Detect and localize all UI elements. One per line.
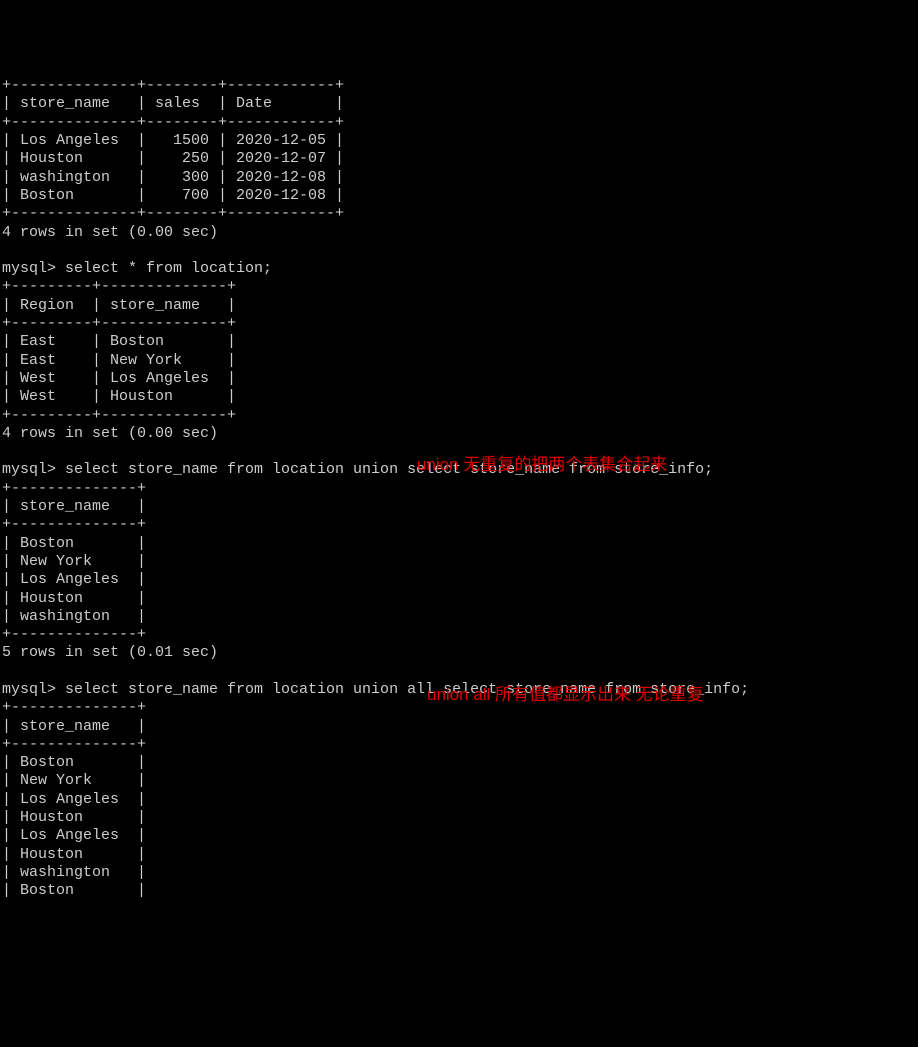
terminal-output: +--------------+--------+------------+ |… bbox=[2, 77, 918, 900]
annotation-union: union 无重复的把两个表集合起来 bbox=[417, 455, 667, 476]
annotation-union-all: union all 所有值都显示出来 无论重复 bbox=[427, 685, 704, 706]
